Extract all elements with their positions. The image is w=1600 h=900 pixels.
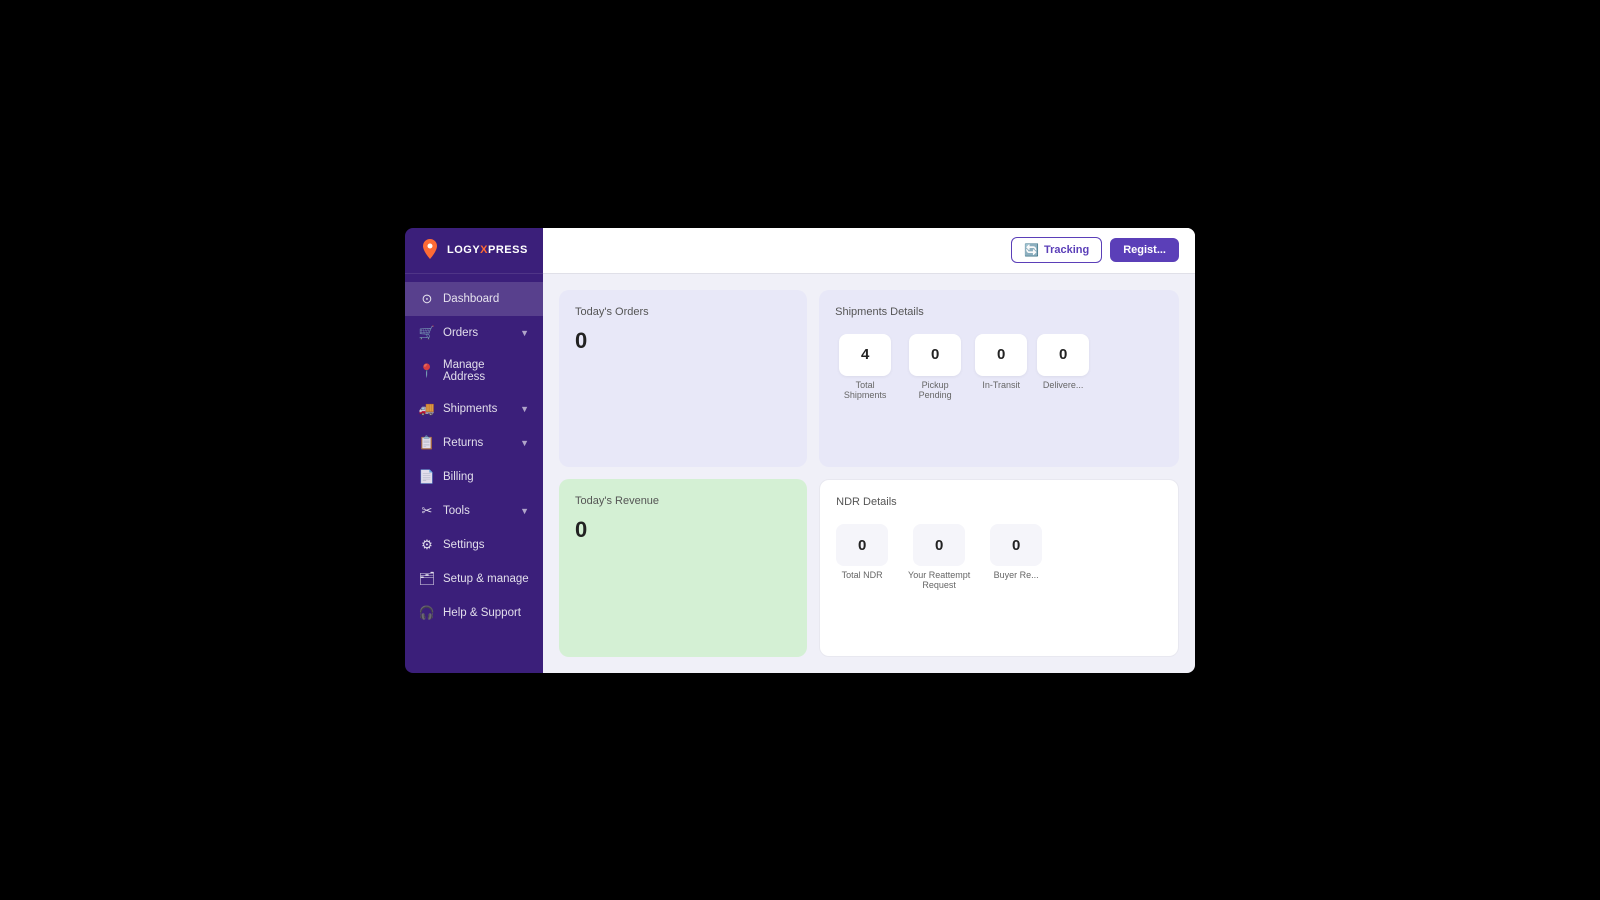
orders-icon: 🛒 <box>419 325 435 341</box>
sidebar-item-label: Billing <box>443 471 529 483</box>
total-shipments-value: 4 <box>839 334 891 376</box>
chevron-down-icon: ▼ <box>520 506 529 516</box>
pickup-pending-value: 0 <box>909 334 961 376</box>
reattempt-request-label: Your Reattempt Request <box>904 570 974 590</box>
logo-text: LOGYXPRESS <box>447 244 528 256</box>
shipments-card: Shipments Details 4 Total Shipments 0 Pi… <box>819 290 1179 468</box>
topbar: 🔄 Tracking Regist... <box>543 228 1195 274</box>
sidebar-item-label: Manage Address <box>443 359 529 383</box>
ndr-card: NDR Details 0 Total NDR 0 Your Reattempt… <box>819 479 1179 657</box>
sidebar-item-label: Dashboard <box>443 293 529 305</box>
buyer-request-label: Buyer Re... <box>994 570 1039 580</box>
chevron-down-icon: ▼ <box>520 328 529 338</box>
pickup-pending-label: Pickup Pending <box>905 380 965 400</box>
pickup-pending-stat: 0 Pickup Pending <box>905 334 965 400</box>
ndr-stats-grid: 0 Total NDR 0 Your Reattempt Request 0 B… <box>836 524 1162 590</box>
register-label: Regist... <box>1123 244 1166 256</box>
buyer-request-stat: 0 Buyer Re... <box>990 524 1042 590</box>
sidebar-navigation: ⊙ Dashboard 🛒 Orders ▼ 📍 Manage Address … <box>405 274 543 673</box>
sidebar-item-returns[interactable]: 📋 Returns ▼ <box>405 426 543 460</box>
sidebar-item-dashboard[interactable]: ⊙ Dashboard <box>405 282 543 316</box>
in-transit-stat: 0 In-Transit <box>975 334 1027 400</box>
sidebar-item-setup-manage[interactable]: 🗂 Setup & manage <box>405 562 543 596</box>
reattempt-request-stat: 0 Your Reattempt Request <box>904 524 974 590</box>
in-transit-value: 0 <box>975 334 1027 376</box>
sidebar-item-label: Shipments <box>443 403 512 415</box>
total-shipments-stat: 4 Total Shipments <box>835 334 895 400</box>
manage-address-icon: 📍 <box>419 363 435 379</box>
logo-icon <box>419 239 441 261</box>
sidebar-item-tools[interactable]: ✂ Tools ▼ <box>405 494 543 528</box>
sidebar-item-label: Settings <box>443 539 529 551</box>
orders-card-title: Today's Orders <box>575 306 791 318</box>
app-window: LOGYXPRESS ⊙ Dashboard 🛒 Orders ▼ 📍 Mana… <box>405 228 1195 673</box>
delivered-value: 0 <box>1037 334 1089 376</box>
orders-card: Today's Orders 0 <box>559 290 807 468</box>
total-shipments-label: Total Shipments <box>835 380 895 400</box>
sidebar-item-settings[interactable]: ⚙ Settings <box>405 528 543 562</box>
chevron-down-icon: ▼ <box>520 438 529 448</box>
tracking-button[interactable]: 🔄 Tracking <box>1011 237 1102 263</box>
tools-icon: ✂ <box>419 503 435 519</box>
returns-icon: 📋 <box>419 435 435 451</box>
ndr-card-title: NDR Details <box>836 496 1162 508</box>
sidebar-item-manage-address[interactable]: 📍 Manage Address <box>405 350 543 392</box>
revenue-card: Today's Revenue 0 <box>559 479 807 657</box>
sidebar: LOGYXPRESS ⊙ Dashboard 🛒 Orders ▼ 📍 Mana… <box>405 228 543 673</box>
register-button[interactable]: Regist... <box>1110 238 1179 262</box>
sidebar-item-label: Help & Support <box>443 607 529 619</box>
dashboard-body: Today's Orders 0 Shipments Details 4 Tot… <box>543 274 1195 673</box>
total-ndr-stat: 0 Total NDR <box>836 524 888 590</box>
total-ndr-value: 0 <box>836 524 888 566</box>
sidebar-item-orders[interactable]: 🛒 Orders ▼ <box>405 316 543 350</box>
buyer-request-value: 0 <box>990 524 1042 566</box>
orders-card-value: 0 <box>575 328 791 354</box>
refresh-icon: 🔄 <box>1024 243 1039 257</box>
sidebar-item-shipments[interactable]: 🚚 Shipments ▼ <box>405 392 543 426</box>
sidebar-item-label: Returns <box>443 437 512 449</box>
chevron-down-icon: ▼ <box>520 404 529 414</box>
tracking-label: Tracking <box>1044 244 1089 256</box>
settings-icon: ⚙ <box>419 537 435 553</box>
revenue-card-value: 0 <box>575 517 791 543</box>
total-ndr-label: Total NDR <box>842 570 883 580</box>
main-content: 🔄 Tracking Regist... Today's Orders 0 Sh… <box>543 228 1195 673</box>
delivered-stat: 0 Delivere... <box>1037 334 1089 400</box>
shipments-card-title: Shipments Details <box>835 306 1163 318</box>
setup-manage-icon: 🗂 <box>419 571 435 587</box>
dashboard-icon: ⊙ <box>419 291 435 307</box>
billing-icon: 📄 <box>419 469 435 485</box>
shipments-icon: 🚚 <box>419 401 435 417</box>
reattempt-request-value: 0 <box>913 524 965 566</box>
shipments-stats-grid: 4 Total Shipments 0 Pickup Pending 0 In-… <box>835 334 1163 400</box>
sidebar-item-label: Setup & manage <box>443 573 529 585</box>
revenue-card-title: Today's Revenue <box>575 495 791 507</box>
in-transit-label: In-Transit <box>982 380 1020 390</box>
sidebar-item-label: Orders <box>443 327 512 339</box>
sidebar-item-billing[interactable]: 📄 Billing <box>405 460 543 494</box>
help-support-icon: 🎧 <box>419 605 435 621</box>
delivered-label: Delivere... <box>1043 380 1084 390</box>
sidebar-item-label: Tools <box>443 505 512 517</box>
sidebar-item-help-support[interactable]: 🎧 Help & Support <box>405 596 543 630</box>
logo: LOGYXPRESS <box>405 228 543 274</box>
